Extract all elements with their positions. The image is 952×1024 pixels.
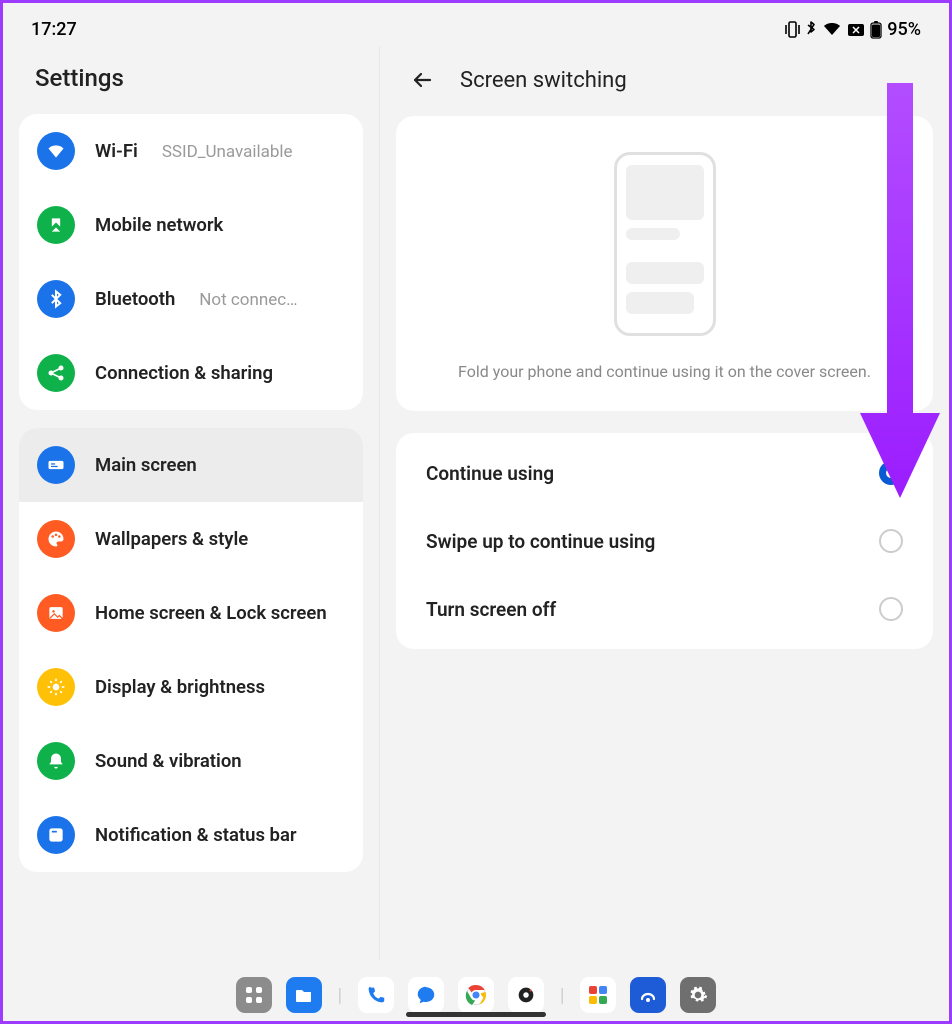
- image-icon: [37, 594, 75, 632]
- sidebar-title: Settings: [3, 46, 379, 114]
- dock-separator: |: [560, 985, 564, 1006]
- palette-icon: [37, 520, 75, 558]
- wifi-status-icon: [822, 22, 842, 37]
- dock-settings[interactable]: [680, 977, 716, 1013]
- wifi-icon: [37, 132, 75, 170]
- share-icon: [37, 354, 75, 392]
- sidebar-item-main-screen[interactable]: Main screen: [19, 428, 363, 502]
- detail-title: Screen switching: [460, 68, 627, 93]
- radio-button[interactable]: [879, 597, 903, 621]
- option-label: Turn screen off: [426, 598, 556, 621]
- option-label: Continue using: [426, 462, 554, 485]
- sidebar-item-connection-sharing[interactable]: Connection & sharing: [19, 336, 363, 410]
- mobile-network-icon: [37, 206, 75, 244]
- sidebar-item-label: Main screen: [95, 453, 197, 477]
- dock-phone[interactable]: [358, 977, 394, 1013]
- back-button[interactable]: [408, 66, 436, 94]
- dock-recent-1[interactable]: [580, 977, 616, 1013]
- sidebar-item-wifi[interactable]: Wi-Fi SSID_Unavailable: [19, 114, 363, 188]
- sidebar-item-display-brightness[interactable]: Display & brightness: [19, 650, 363, 724]
- preview-card: Fold your phone and continue using it on…: [396, 116, 933, 411]
- arrow-left-icon: [410, 68, 434, 92]
- home-indicator[interactable]: [406, 1012, 546, 1017]
- sidebar-item-label: Display & brightness: [95, 675, 265, 699]
- sidebar-item-label: Wallpapers & style: [95, 527, 248, 551]
- radio-button[interactable]: [879, 461, 903, 485]
- sidebar-group-connectivity: Wi-Fi SSID_Unavailable Mobile network Bl…: [19, 114, 363, 410]
- sidebar-item-home-lock-screen[interactable]: Home screen & Lock screen: [19, 576, 363, 650]
- preview-description: Fold your phone and continue using it on…: [416, 362, 913, 381]
- option-label: Swipe up to continue using: [426, 530, 655, 553]
- options-card: Continue using Swipe up to continue usin…: [396, 433, 933, 649]
- sidebar-item-label: Notification & status bar: [95, 823, 297, 847]
- status-time: 17:27: [31, 19, 77, 40]
- dock-app-drawer[interactable]: [236, 977, 272, 1013]
- status-icons: 95%: [785, 19, 921, 40]
- sidebar-item-notification-status[interactable]: Notification & status bar: [19, 798, 363, 872]
- sidebar-item-bluetooth[interactable]: Bluetooth Not connec…: [19, 262, 363, 336]
- sidebar-item-label: Home screen & Lock screen: [95, 601, 327, 625]
- vibrate-icon: [785, 21, 800, 38]
- dock-recent-2[interactable]: [630, 977, 666, 1013]
- settings-sidebar: Settings Wi-Fi SSID_Unavailable Mobile n…: [3, 46, 380, 960]
- sidebar-item-label: Bluetooth: [95, 287, 175, 311]
- option-turn-off[interactable]: Turn screen off: [420, 575, 909, 643]
- sidebar-item-value: SSID_Unavailable: [162, 142, 293, 162]
- radio-button[interactable]: [879, 529, 903, 553]
- sidebar-item-mobile-network[interactable]: Mobile network: [19, 188, 363, 262]
- battery-percent: 95%: [887, 19, 921, 40]
- dock-separator: |: [338, 985, 342, 1006]
- bluetooth-icon: [37, 280, 75, 318]
- bluetooth-status-icon: [805, 21, 817, 38]
- option-swipe-up[interactable]: Swipe up to continue using: [420, 507, 909, 575]
- sidebar-group-display: Main screen Wallpapers & style Home scre…: [19, 428, 363, 872]
- option-continue-using[interactable]: Continue using: [420, 439, 909, 507]
- sidebar-item-sound-vibration[interactable]: Sound & vibration: [19, 724, 363, 798]
- phone-preview-icon: [614, 152, 716, 336]
- detail-pane: Screen switching Fold your phone and con…: [380, 46, 949, 960]
- brightness-icon: [37, 668, 75, 706]
- sidebar-item-label: Mobile network: [95, 213, 223, 237]
- dock-messages[interactable]: [408, 977, 444, 1013]
- sidebar-item-wallpapers[interactable]: Wallpapers & style: [19, 502, 363, 576]
- notification-icon: [37, 816, 75, 854]
- main-screen-icon: [37, 446, 75, 484]
- dock-files[interactable]: [286, 977, 322, 1013]
- sound-icon: [37, 742, 75, 780]
- dock-camera[interactable]: [508, 977, 544, 1013]
- dnd-icon: [847, 23, 865, 37]
- sidebar-item-label: Sound & vibration: [95, 749, 242, 773]
- status-bar: 17:27 95%: [3, 3, 949, 46]
- sidebar-item-value: Not connec…: [199, 290, 297, 310]
- sidebar-item-label: Wi-Fi: [95, 139, 138, 163]
- sidebar-item-label: Connection & sharing: [95, 361, 273, 385]
- dock-chrome[interactable]: [458, 977, 494, 1013]
- battery-icon: [870, 21, 882, 39]
